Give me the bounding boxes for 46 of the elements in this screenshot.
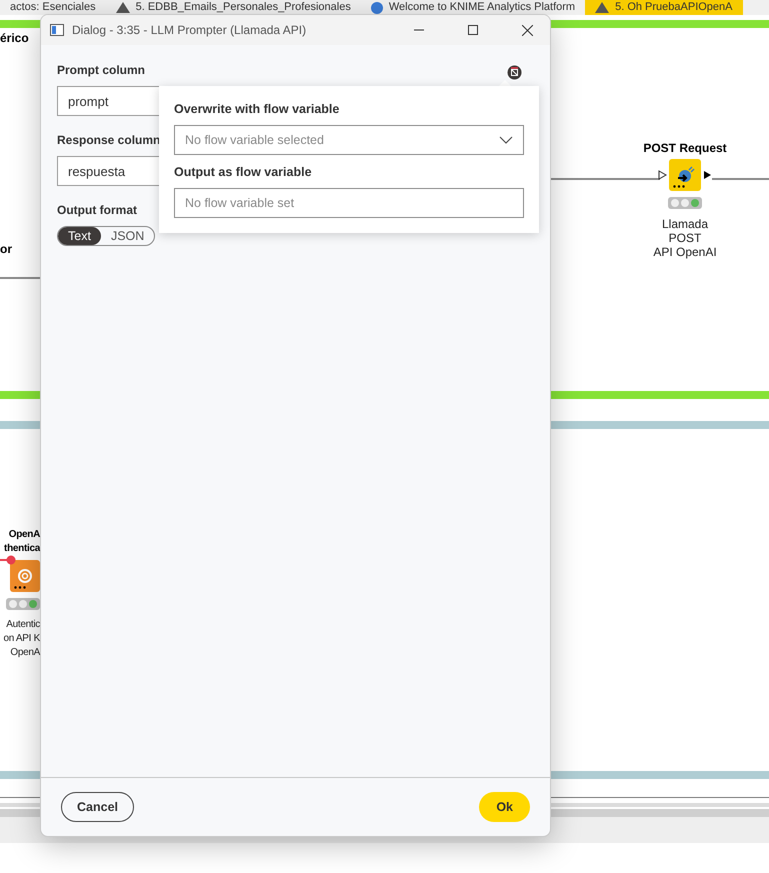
- flow-variable-dropdown[interactable]: No flow variable selected: [174, 125, 524, 155]
- window-icon: [50, 24, 64, 36]
- dots-icon: [673, 185, 685, 188]
- window-title: Dialog - 3:35 - LLM Prompter (Llamada API): [72, 23, 308, 37]
- node-label: API OpenAI: [653, 245, 717, 259]
- maximize-icon: [468, 25, 478, 35]
- node-title: POST Request: [643, 141, 727, 155]
- field-label: Prompt column: [57, 63, 146, 77]
- node-label: on API K: [3, 632, 40, 646]
- output-port-icon: [703, 170, 712, 180]
- node[interactable]: [669, 159, 701, 191]
- node-title: thentica: [4, 542, 40, 556]
- error-dot-icon: [6, 555, 16, 565]
- close-icon: [522, 24, 532, 36]
- status-lights: [668, 197, 702, 209]
- workflow-icon: [595, 2, 610, 13]
- field-label: Response column: [57, 133, 160, 147]
- connection-line: [712, 178, 769, 180]
- annotation-title: érico: [0, 31, 29, 45]
- tab-label: 5. EDBB_Emails_Personales_Profesionales: [136, 1, 351, 14]
- format-option[interactable]: JSON: [100, 227, 154, 245]
- popover-label: Overwrite with flow variable: [174, 102, 340, 116]
- flow-variable-icon[interactable]: [507, 65, 522, 80]
- cancel-button[interactable]: Cancel: [61, 792, 134, 822]
- connection-line: [0, 277, 40, 279]
- minimize-icon: [414, 29, 424, 31]
- tab-label: 5. Oh PruebaAPIOpenA: [615, 1, 733, 14]
- node-label: Llamada: [662, 217, 708, 231]
- globe-icon: [370, 2, 383, 14]
- node[interactable]: [10, 560, 40, 592]
- flow-variable-name-field[interactable]: No flow variable set: [174, 188, 524, 218]
- workflow-tab[interactable]: 5. Oh PruebaAPIOpenA: [585, 0, 743, 15]
- input-port-icon: [658, 170, 667, 180]
- node-title: or: [0, 242, 12, 256]
- popover-label: Output as flow variable: [174, 165, 313, 179]
- node-label: POST: [668, 231, 702, 245]
- node-label: Autentic: [6, 618, 40, 632]
- chevron-down-icon: [499, 136, 513, 144]
- dots-icon: [14, 586, 26, 589]
- node-title: OpenA: [8, 528, 40, 542]
- node-label: OpenA: [10, 646, 40, 660]
- knot-icon: [15, 566, 35, 586]
- format-option[interactable]: Text: [58, 227, 101, 245]
- ok-button[interactable]: Ok: [479, 792, 530, 822]
- tab-label: Welcome to KNIME Analytics Platform: [388, 1, 576, 14]
- tab-label: actos: Esenciales: [10, 1, 96, 14]
